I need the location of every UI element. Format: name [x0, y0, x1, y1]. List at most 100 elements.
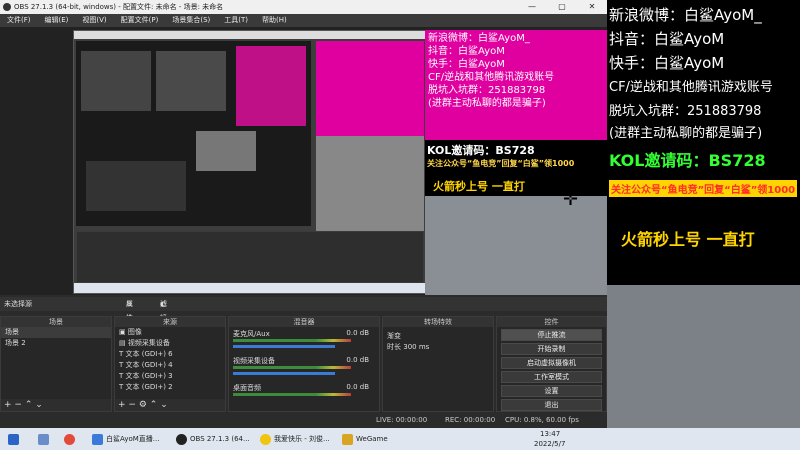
source-label: 文本 (GDI+) 3 [125, 372, 173, 380]
right-promo: 关注公众号“鱼电竞”回复“白鲨”领1000 [609, 180, 798, 197]
channel-name: 桌面音频 [233, 384, 261, 392]
studio-mode-button[interactable]: 工作室模式 [501, 371, 602, 383]
volume-slider[interactable] [233, 345, 335, 348]
virtual-camera-button[interactable]: 启动虚拟摄像机 [501, 357, 602, 369]
image-icon: ▣ [119, 328, 126, 336]
minimize-button[interactable]: — [517, 0, 547, 14]
start-button[interactable] [8, 431, 22, 447]
scene-item[interactable]: 场景 2 [1, 338, 111, 349]
menu-file[interactable]: 文件(F) [0, 14, 38, 27]
move-up-icon[interactable]: ⌃ [25, 400, 33, 410]
move-down-icon[interactable]: ⌄ [160, 400, 168, 410]
clock-time[interactable]: 13:47 [540, 429, 560, 439]
menu-tools[interactable]: 工具(T) [217, 14, 255, 27]
overlay-group: 脱坑入坑群：251883798 [428, 85, 546, 96]
settings-button[interactable]: 设置 [501, 385, 602, 397]
clock-date[interactable]: 2022/5/7 [534, 439, 565, 449]
controls-dock: 控件 停止推流 开始录制 启动虚拟摄像机 工作室模式 设置 退出 [496, 316, 607, 412]
source-label: 图像 [127, 328, 142, 336]
text-icon: T [119, 372, 124, 380]
browser-icon [92, 433, 103, 445]
taskbar-pin[interactable] [38, 431, 52, 447]
duration-row: 时长 300 ms [383, 342, 493, 353]
maximize-button[interactable]: ▢ [547, 0, 577, 14]
right-kuaishou: 快手：白鲨AyoM [609, 54, 725, 72]
duration-input[interactable]: 300 ms [403, 343, 429, 351]
close-button[interactable]: ✕ [577, 0, 607, 14]
obs-logo-icon [3, 3, 11, 11]
source-settings-icon[interactable]: ⚙ [139, 400, 147, 410]
overlay-cf: CF/逆战和其他腾讯游戏账号 [428, 72, 555, 83]
source-label: 文本 (GDI+) 4 [125, 361, 173, 369]
windows-icon [8, 433, 19, 445]
chrome-icon [64, 433, 75, 445]
source-item[interactable]: T 文本 (GDI+) 3 [115, 371, 225, 382]
music-icon [260, 433, 271, 445]
menu-scene-collection[interactable]: 场景集合(S) [165, 14, 217, 27]
source-item[interactable]: T 文本 (GDI+) 6 [115, 349, 225, 360]
transition-select[interactable]: 渐变 [383, 331, 493, 342]
obs-icon [176, 433, 187, 445]
text-icon: T [119, 361, 124, 369]
right-weibo: 新浪微博：白鲨AyoM_ [609, 6, 762, 24]
duration-label: 时长 [387, 343, 401, 351]
overlay-douyin: 抖音：白鲨AyoM [428, 46, 505, 57]
mixer-channel: 桌面音频 0.0 dB [229, 381, 379, 408]
volume-meter [233, 366, 351, 369]
stop-streaming-button[interactable]: 停止推流 [501, 329, 602, 341]
taskbar-label: OBS 27.1.3 (64... [190, 435, 250, 443]
text-icon: T [119, 383, 124, 391]
taskbar-music[interactable]: 我爱快乐 - 刘俊... [260, 431, 330, 447]
taskbar-browser[interactable]: 白鲨AyoM直播... [92, 431, 159, 447]
exit-button[interactable]: 退出 [501, 399, 602, 411]
transitions-dock: 转场特效 渐变 时长 300 ms [382, 316, 494, 412]
mixer-header: 混音器 [229, 317, 379, 327]
streamer-webcam [607, 285, 800, 428]
start-recording-button[interactable]: 开始录制 [501, 343, 602, 355]
no-source-label: 未选择源 [4, 300, 32, 308]
source-label: 视频采集设备 [127, 339, 170, 347]
mixer-dock: 混音器 麦克风/Aux 0.0 dB 视频采集设备 0.0 dB 桌面音频 0.… [228, 316, 380, 412]
menu-edit[interactable]: 编辑(E) [38, 14, 76, 27]
channel-db: 0.0 dB [346, 356, 369, 364]
scene-item[interactable]: 场景 [1, 327, 111, 338]
volume-meter [233, 339, 351, 342]
app-icon [38, 433, 49, 445]
add-source-icon[interactable]: + [118, 400, 126, 410]
add-scene-icon[interactable]: + [4, 400, 12, 410]
menu-profile[interactable]: 配置文件(P) [114, 14, 166, 27]
move-down-icon[interactable]: ⌄ [35, 400, 43, 410]
source-item[interactable]: ▤ 视频采集设备 [115, 338, 225, 349]
volume-slider[interactable] [233, 372, 335, 375]
cpu-fps: CPU: 0.8%, 60.00 fps [505, 416, 579, 424]
sources-dock: 来源 ▣ 图像 ▤ 视频采集设备 T 文本 (GDI+) 6 T 文本 (GDI… [114, 316, 226, 412]
remove-source-icon[interactable]: − [128, 400, 136, 410]
title-bar: OBS 27.1.3 (64-bit, windows) - 配置文件: 未命名… [0, 0, 607, 14]
preview-canvas[interactable]: 新浪微博：白鲨AyoM_ 抖音：白鲨AyoM 快手：白鲨AyoM CF/逆战和其… [0, 27, 607, 295]
sources-header: 来源 [115, 317, 225, 327]
move-up-icon[interactable]: ⌃ [150, 400, 158, 410]
scenes-header: 场景 [1, 317, 111, 327]
obs-window: OBS 27.1.3 (64-bit, windows) - 配置文件: 未命名… [0, 0, 607, 428]
right-rocket: 火箭秒上号 一直打 [621, 230, 755, 249]
taskbar-obs[interactable]: OBS 27.1.3 (64... [176, 431, 250, 447]
overlay-rocket: 火箭秒上号 一直打 [433, 180, 525, 193]
menu-bar: 文件(F) 编辑(E) 视图(V) 配置文件(P) 场景集合(S) 工具(T) … [0, 14, 607, 27]
source-item[interactable]: T 文本 (GDI+) 2 [115, 382, 225, 393]
mixer-channel: 视频采集设备 0.0 dB [229, 354, 379, 381]
scenes-dock: 场景 场景 场景 2 + − ⌃ ⌄ [0, 316, 112, 412]
remove-scene-icon[interactable]: − [14, 400, 22, 410]
channel-db: 0.0 dB [346, 383, 369, 391]
menu-help[interactable]: 帮助(H) [255, 14, 294, 27]
source-label: 文本 (GDI+) 2 [125, 383, 173, 391]
source-item[interactable]: T 文本 (GDI+) 4 [115, 360, 225, 371]
menu-view[interactable]: 视图(V) [75, 14, 113, 27]
taskbar-wegame[interactable]: WeGame [342, 431, 388, 447]
overlay-weibo: 新浪微博：白鲨AyoM_ [428, 33, 530, 44]
crosshair-icon: ✛ [563, 189, 579, 210]
chrome-pin[interactable] [64, 431, 78, 447]
source-toolbar: 未选择源 ⚙ 属性 ◐ 滤镜 [0, 297, 607, 322]
taskbar-label: 我爱快乐 - 刘俊... [274, 435, 330, 443]
right-group: 脱坑入坑群：251883798 [609, 104, 762, 119]
source-item[interactable]: ▣ 图像 [115, 327, 225, 338]
